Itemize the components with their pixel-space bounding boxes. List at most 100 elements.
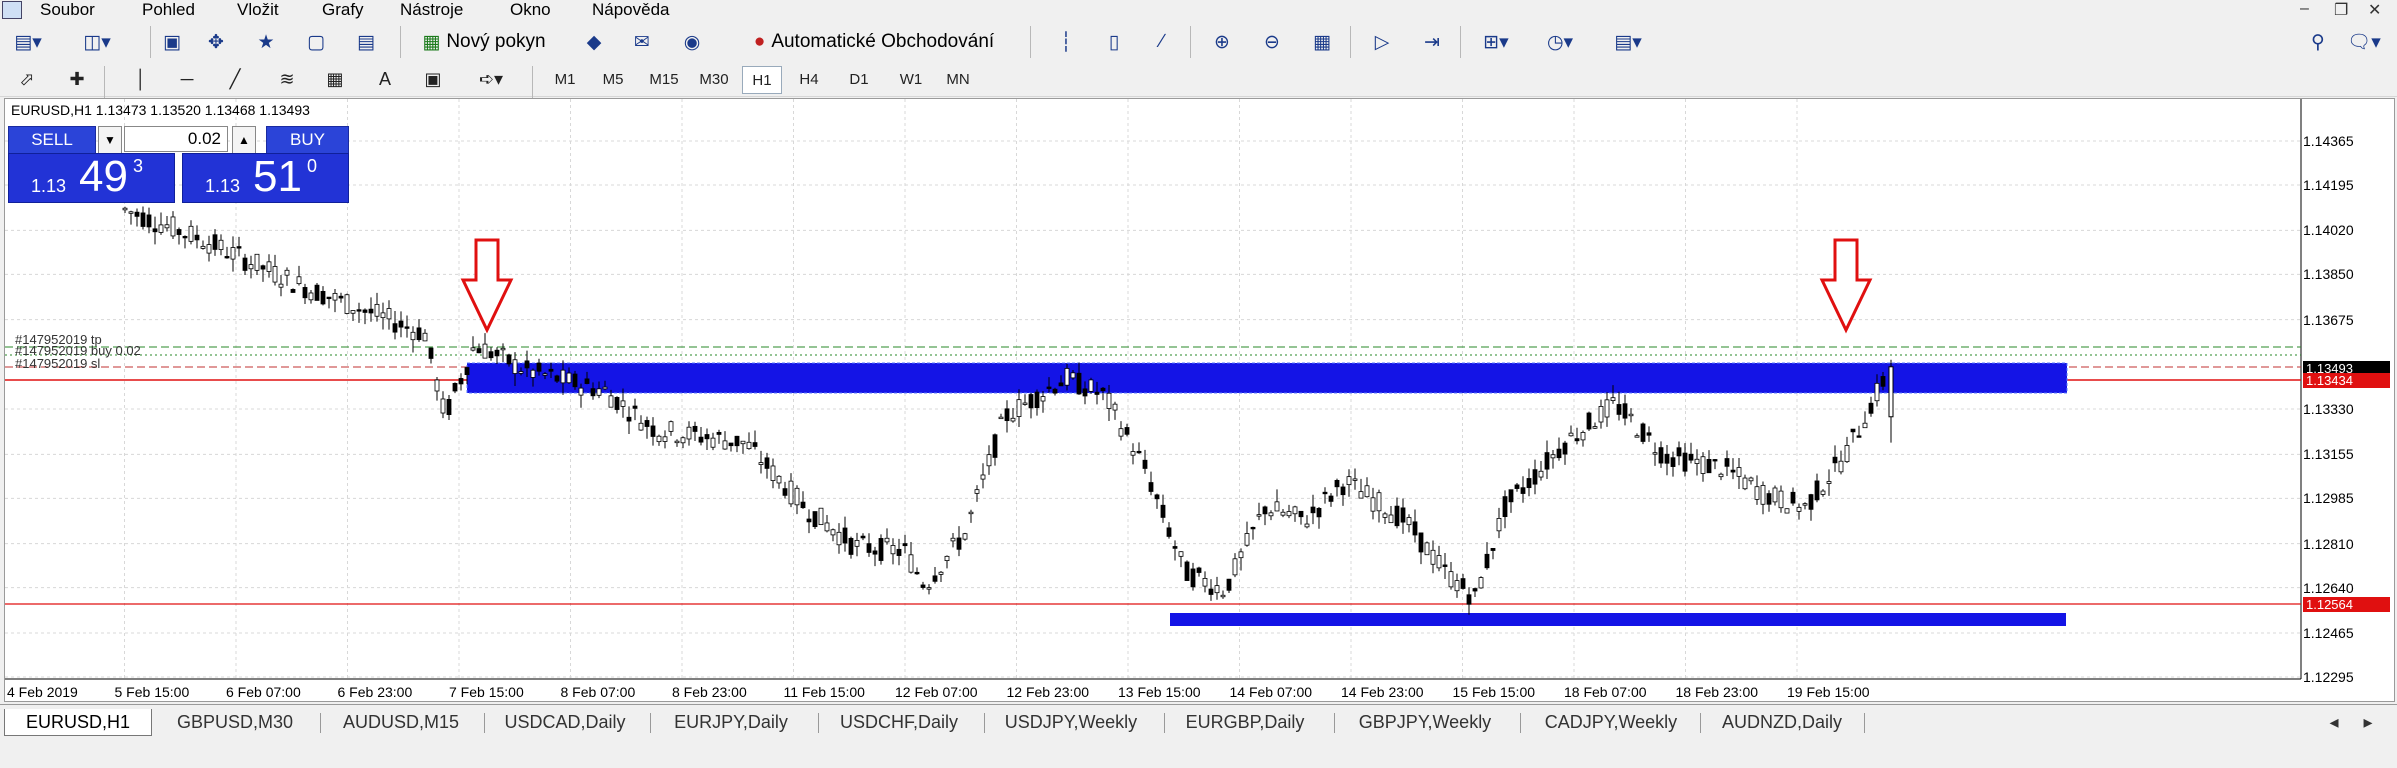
new-chart-icon[interactable]: ▤▾ bbox=[8, 27, 48, 57]
tab-gbpjpy-weekly[interactable]: GBPJPY,Weekly bbox=[1340, 709, 1510, 735]
tab-scroll-left-icon[interactable]: ◂ bbox=[2322, 709, 2346, 735]
search-icon[interactable]: ⚲ bbox=[2302, 27, 2334, 57]
candlestick-icon[interactable]: ▯ bbox=[1098, 27, 1130, 57]
lot-size-input[interactable] bbox=[124, 126, 228, 152]
autoscroll-icon[interactable]: ▷ bbox=[1366, 27, 1398, 57]
candle-body bbox=[386, 308, 392, 320]
menu-view[interactable]: Pohled bbox=[142, 0, 195, 20]
menu-window[interactable]: Okno bbox=[510, 0, 551, 20]
candle-body bbox=[1346, 476, 1352, 486]
tf-h1[interactable]: H1 bbox=[742, 66, 782, 94]
data-window-icon[interactable]: ▢ bbox=[300, 27, 332, 57]
crosshair-icon[interactable]: ✚ bbox=[64, 66, 90, 92]
close-icon[interactable]: ✕ bbox=[2368, 0, 2381, 20]
line-chart-icon[interactable]: ∕ bbox=[1146, 27, 1178, 57]
buy-button[interactable]: BUY bbox=[266, 126, 349, 154]
tile-windows-icon[interactable]: ▦ bbox=[1306, 27, 1338, 57]
candle-body bbox=[1400, 507, 1406, 523]
buy-quote[interactable]: 1.13 51 0 bbox=[182, 152, 349, 203]
price-chart[interactable] bbox=[5, 99, 2394, 701]
tf-m15[interactable]: M15 bbox=[644, 66, 684, 92]
sell-quote[interactable]: 1.13 49 3 bbox=[8, 152, 175, 203]
candle-body bbox=[1472, 588, 1478, 592]
tab-usdchf-daily[interactable]: USDCHF,Daily bbox=[824, 709, 974, 735]
tab-eurgbp-daily[interactable]: EURGBP,Daily bbox=[1170, 709, 1320, 735]
candle-body bbox=[1574, 438, 1580, 442]
trendline-icon[interactable]: ╱ bbox=[222, 66, 248, 92]
periods-icon[interactable]: ◷▾ bbox=[1538, 27, 1582, 57]
menu-charts[interactable]: Grafy bbox=[322, 0, 364, 20]
candle-body bbox=[1694, 458, 1700, 464]
candle-body bbox=[938, 571, 944, 575]
candle-body bbox=[392, 323, 398, 333]
autotrading-button[interactable]: ● Automatické Obchodování bbox=[724, 27, 1024, 57]
text-label-icon[interactable]: ▣ bbox=[418, 66, 448, 92]
tab-gbpusd-m30[interactable]: GBPUSD,M30 bbox=[160, 709, 310, 735]
tab-audusd-m15[interactable]: AUDUSD,M15 bbox=[326, 709, 476, 735]
fibonacci-icon[interactable]: ≋ bbox=[272, 66, 302, 92]
chart-window[interactable]: EURUSD,H1 1.13473 1.13520 1.13468 1.1349… bbox=[4, 98, 2395, 702]
candle-body bbox=[206, 244, 212, 254]
tf-h4[interactable]: H4 bbox=[792, 66, 826, 92]
bar-chart-icon[interactable]: ┆ bbox=[1050, 27, 1082, 57]
tab-audnzd-daily[interactable]: AUDNZD,Daily bbox=[1706, 709, 1858, 735]
text-icon[interactable]: A bbox=[372, 66, 398, 92]
tf-mn[interactable]: MN bbox=[940, 66, 976, 92]
candle-body bbox=[458, 378, 464, 385]
candle-body bbox=[1220, 594, 1226, 598]
restore-icon[interactable]: ❐ bbox=[2334, 0, 2348, 20]
email-icon[interactable]: ✉ bbox=[626, 27, 658, 57]
new-order-button[interactable]: ▦ Nový pokyn bbox=[410, 27, 558, 57]
sell-button[interactable]: SELL bbox=[8, 126, 96, 154]
lot-decrease-button[interactable]: ▼ bbox=[98, 126, 122, 154]
strategy-tester-icon[interactable]: ▤ bbox=[350, 27, 382, 57]
cursor-icon[interactable]: ⬀ bbox=[14, 66, 40, 92]
candle-body bbox=[1076, 372, 1082, 395]
lot-increase-button[interactable]: ▲ bbox=[232, 126, 256, 154]
price-tick-label: 1.14020 bbox=[2303, 222, 2354, 239]
candle-body bbox=[1658, 447, 1664, 464]
candle-body bbox=[1178, 551, 1184, 557]
horizontal-line-icon[interactable]: ─ bbox=[172, 66, 202, 92]
tab-usdjpy-weekly[interactable]: USDJPY,Weekly bbox=[990, 709, 1152, 735]
tab-cadjpy-weekly[interactable]: CADJPY,Weekly bbox=[1526, 709, 1696, 735]
signals-icon[interactable]: ◉ bbox=[676, 27, 708, 57]
menu-help[interactable]: Nápověda bbox=[592, 0, 670, 20]
candle-body bbox=[1610, 397, 1616, 401]
templates-icon[interactable]: ▤▾ bbox=[1604, 27, 1652, 57]
stats-icon[interactable]: ◆ bbox=[578, 27, 610, 57]
chart-shift-icon[interactable]: ⇥ bbox=[1416, 27, 1448, 57]
tab-eurjpy-daily[interactable]: EURJPY,Daily bbox=[656, 709, 806, 735]
candle-body bbox=[464, 367, 470, 376]
tf-w1[interactable]: W1 bbox=[894, 66, 928, 92]
navigator-icon[interactable]: ✥ bbox=[200, 27, 232, 57]
zoom-out-icon[interactable]: ⊖ bbox=[1256, 27, 1288, 57]
minimize-icon[interactable]: – bbox=[2300, 0, 2309, 18]
menu-insert[interactable]: Vložit bbox=[237, 0, 279, 20]
indicators-icon[interactable]: ⊞▾ bbox=[1474, 27, 1518, 57]
candle-body bbox=[806, 518, 812, 523]
market-watch-icon[interactable]: ▣ bbox=[156, 27, 188, 57]
zoom-in-icon[interactable]: ⊕ bbox=[1206, 27, 1238, 57]
tf-m1[interactable]: M1 bbox=[548, 66, 582, 92]
gann-grid-icon[interactable]: ▦ bbox=[320, 66, 350, 92]
menu-file[interactable]: Soubor bbox=[40, 0, 95, 20]
tf-m30[interactable]: M30 bbox=[694, 66, 734, 92]
tab-usdcad-daily[interactable]: USDCAD,Daily bbox=[490, 709, 640, 735]
profiles-icon[interactable]: ◫▾ bbox=[72, 27, 122, 57]
candle-body bbox=[1520, 487, 1526, 494]
favorites-icon[interactable]: ★ bbox=[250, 27, 282, 57]
tf-d1[interactable]: D1 bbox=[842, 66, 876, 92]
candle-body bbox=[1100, 387, 1106, 392]
price-tick-label: 1.12640 bbox=[2303, 579, 2354, 596]
menu-tools[interactable]: Nástroje bbox=[400, 0, 463, 20]
candle-body bbox=[548, 368, 554, 372]
arrows-icon[interactable]: ➪▾ bbox=[468, 66, 514, 92]
tf-m5[interactable]: M5 bbox=[596, 66, 630, 92]
chat-icon[interactable]: 🗨▾ bbox=[2346, 27, 2382, 57]
standard-toolbar: ▤▾ ◫▾ ▣ ✥ ★ ▢ ▤ ▦ Nový pokyn ◆ ✉ ◉ ● Aut… bbox=[0, 22, 2397, 63]
vertical-line-icon[interactable]: │ bbox=[128, 66, 154, 92]
tab-eurusd-h1[interactable]: EURUSD,H1 bbox=[4, 709, 152, 736]
candle-body bbox=[1874, 382, 1880, 402]
tab-scroll-right-icon[interactable]: ▸ bbox=[2356, 709, 2380, 735]
